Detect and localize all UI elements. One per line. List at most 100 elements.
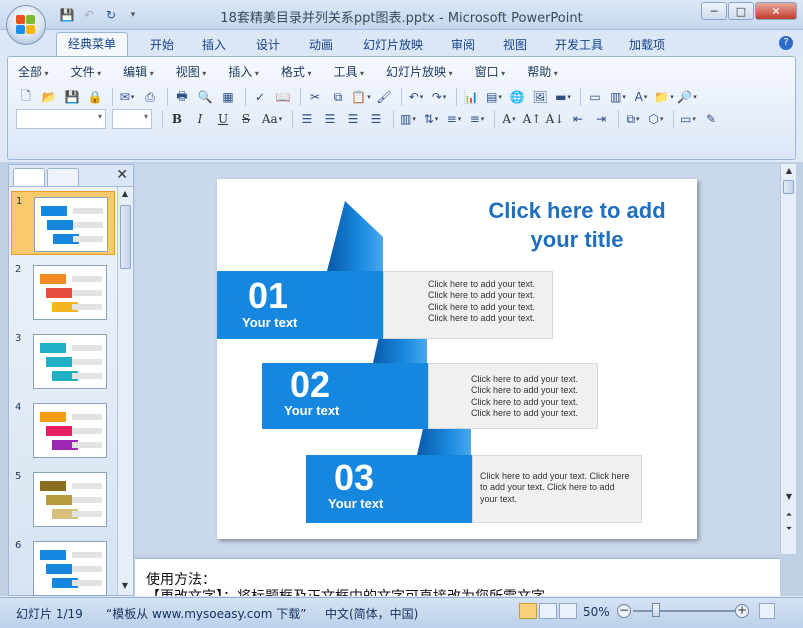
slide-thumbnail[interactable]: 4 xyxy=(11,398,115,462)
line-style-icon[interactable]: ▬ xyxy=(553,87,573,107)
slide-thumbnail[interactable]: 3 xyxy=(11,329,115,393)
tab-3[interactable]: 设计 xyxy=(250,35,286,57)
thumbnails-scrollbar[interactable]: ▲ ▼ xyxy=(117,187,133,595)
zoom-level[interactable]: 50% xyxy=(583,605,610,619)
previous-slide-icon[interactable]: ⏶ xyxy=(782,510,796,520)
align-left-icon[interactable]: ☰ xyxy=(297,109,317,129)
maximize-button[interactable]: □ xyxy=(728,2,754,20)
open-icon[interactable]: 📂 xyxy=(39,87,59,107)
menu-item-6[interactable]: 工具 xyxy=(333,63,364,80)
align-center-icon[interactable]: ☰ xyxy=(320,109,340,129)
menu-item-4[interactable]: 插入 xyxy=(228,63,259,80)
zoom-slider-thumb[interactable] xyxy=(652,603,661,617)
tab-4[interactable]: 动画 xyxy=(303,35,339,57)
view-icon[interactable]: ▦ xyxy=(218,87,238,107)
shape-outline-icon[interactable]: ✎ xyxy=(701,109,721,129)
layout-icon[interactable]: ▥ xyxy=(608,87,628,107)
next-slide-icon[interactable]: ⏷ xyxy=(782,524,796,534)
print-icon[interactable]: 🖶 xyxy=(172,87,192,107)
minimize-button[interactable]: ─ xyxy=(701,2,727,20)
align-right-icon[interactable]: ☰ xyxy=(343,109,363,129)
cut-icon[interactable]: ✂ xyxy=(305,87,325,107)
scroll-thumb[interactable] xyxy=(783,180,794,194)
strikethrough-button[interactable]: S xyxy=(236,109,256,129)
columns-icon[interactable]: ▥ xyxy=(398,109,418,129)
grow-font-icon[interactable]: A↑ xyxy=(522,109,542,129)
copy-icon[interactable]: ⧉ xyxy=(328,87,348,107)
menu-item-2[interactable]: 编辑 xyxy=(123,63,154,80)
text-box-icon[interactable]: A xyxy=(631,87,651,107)
slide-thumbnail[interactable]: 5 xyxy=(11,467,115,531)
picture-icon[interactable]: 🖼 xyxy=(530,87,550,107)
format-painter-icon[interactable]: 🖌 xyxy=(374,87,394,107)
tab-slides[interactable] xyxy=(13,168,45,186)
save-icon[interactable]: 💾 xyxy=(62,87,82,107)
item-2-textbox[interactable]: Click here to add your text. Click here … xyxy=(428,363,598,429)
shape-fill-icon[interactable]: ▭ xyxy=(678,109,698,129)
change-case-button[interactable]: Aa xyxy=(259,109,285,129)
arrange-icon[interactable]: ⧉ xyxy=(623,109,643,129)
scroll-up-icon[interactable]: ▲ xyxy=(118,189,132,198)
slide-scrollbar[interactable]: ▲ ▼ ⏶ ⏷ xyxy=(780,164,796,554)
shapes-icon[interactable]: ⬡ xyxy=(646,109,666,129)
new-slide-icon[interactable]: ▭ xyxy=(585,87,605,107)
send-mail-icon[interactable]: ✉ xyxy=(117,87,137,107)
item-1-textbox[interactable]: Click here to add your text. Click here … xyxy=(383,271,553,339)
help-icon[interactable]: ? xyxy=(779,36,793,50)
text-direction-icon[interactable]: ⇅ xyxy=(421,109,441,129)
new-file-icon[interactable]: 🗋 xyxy=(16,87,36,107)
find-icon[interactable]: 🔎 xyxy=(677,87,697,107)
zoom-out-icon[interactable]: − xyxy=(617,604,631,618)
menu-item-8[interactable]: 窗口 xyxy=(475,63,506,80)
tab-1[interactable]: 开始 xyxy=(144,35,180,57)
spelling-icon[interactable]: ✓ xyxy=(250,87,270,107)
justify-icon[interactable]: ☰ xyxy=(366,109,386,129)
tab-6[interactable]: 审阅 xyxy=(445,35,481,57)
scroll-thumb[interactable] xyxy=(120,205,131,269)
numbering-icon[interactable]: ≡ xyxy=(444,109,464,129)
italic-button[interactable]: I xyxy=(190,109,210,129)
research-icon[interactable]: 📖 xyxy=(273,87,293,107)
font-name-combo[interactable] xyxy=(16,109,106,129)
slide-show-button[interactable] xyxy=(559,603,577,619)
slide-thumbnail[interactable]: 2 xyxy=(11,260,115,324)
font-size-combo[interactable] xyxy=(112,109,152,129)
fit-to-window-icon[interactable] xyxy=(759,603,775,619)
item-3-textbox[interactable]: Click here to add your text. Click here … xyxy=(472,455,642,523)
tab-7[interactable]: 视图 xyxy=(497,35,533,57)
tab-outline[interactable] xyxy=(47,168,79,186)
tab-8[interactable]: 开发工具 xyxy=(550,35,608,57)
zoom-slider-track[interactable] xyxy=(633,610,737,612)
shrink-font-icon[interactable]: A↓ xyxy=(545,109,565,129)
table-icon[interactable]: ▤ xyxy=(484,87,504,107)
slide-thumbnail[interactable]: 1 xyxy=(11,191,115,255)
bullets-icon[interactable]: ≡ xyxy=(467,109,487,129)
tab-2[interactable]: 插入 xyxy=(196,35,232,57)
decrease-indent-icon[interactable]: ⇤ xyxy=(568,109,588,129)
slide-canvas[interactable]: Click here to add your title 01 Your tex… xyxy=(217,179,697,539)
undo-icon[interactable]: ↶ xyxy=(406,87,426,107)
slide-title[interactable]: Click here to add your title xyxy=(472,196,682,254)
tab-5[interactable]: 幻灯片放映 xyxy=(356,35,430,57)
menu-item-1[interactable]: 文件 xyxy=(71,63,102,80)
normal-view-button[interactable] xyxy=(519,603,537,619)
menu-item-0[interactable]: 全部 xyxy=(18,63,49,80)
publish-pdf-icon[interactable]: ⎙ xyxy=(140,87,160,107)
underline-button[interactable]: U xyxy=(213,109,233,129)
permission-icon[interactable]: 🔒 xyxy=(85,87,105,107)
close-button[interactable]: ✕ xyxy=(755,2,797,20)
print-preview-icon[interactable]: 🔍 xyxy=(195,87,215,107)
tab-9[interactable]: 加载项 xyxy=(628,35,666,57)
language-indicator[interactable]: 中文(简体，中国) xyxy=(325,605,418,622)
slide-sorter-button[interactable] xyxy=(539,603,557,619)
notes-pane[interactable]: 使用方法： 【更改文字】：将标题框及正文框中的文字可直接改为您所需文字。 xyxy=(135,558,780,596)
chart-icon[interactable]: 📊 xyxy=(461,87,481,107)
office-button[interactable] xyxy=(6,5,46,45)
paste-icon[interactable]: 📋 xyxy=(351,87,371,107)
menu-item-9[interactable]: 帮助 xyxy=(527,63,558,80)
increase-indent-icon[interactable]: ⇥ xyxy=(591,109,611,129)
scroll-down-icon[interactable]: ▼ xyxy=(118,581,132,590)
zoom-in-icon[interactable]: + xyxy=(735,604,749,618)
bold-button[interactable]: B xyxy=(167,109,187,129)
redo-icon[interactable]: ↷ xyxy=(429,87,449,107)
